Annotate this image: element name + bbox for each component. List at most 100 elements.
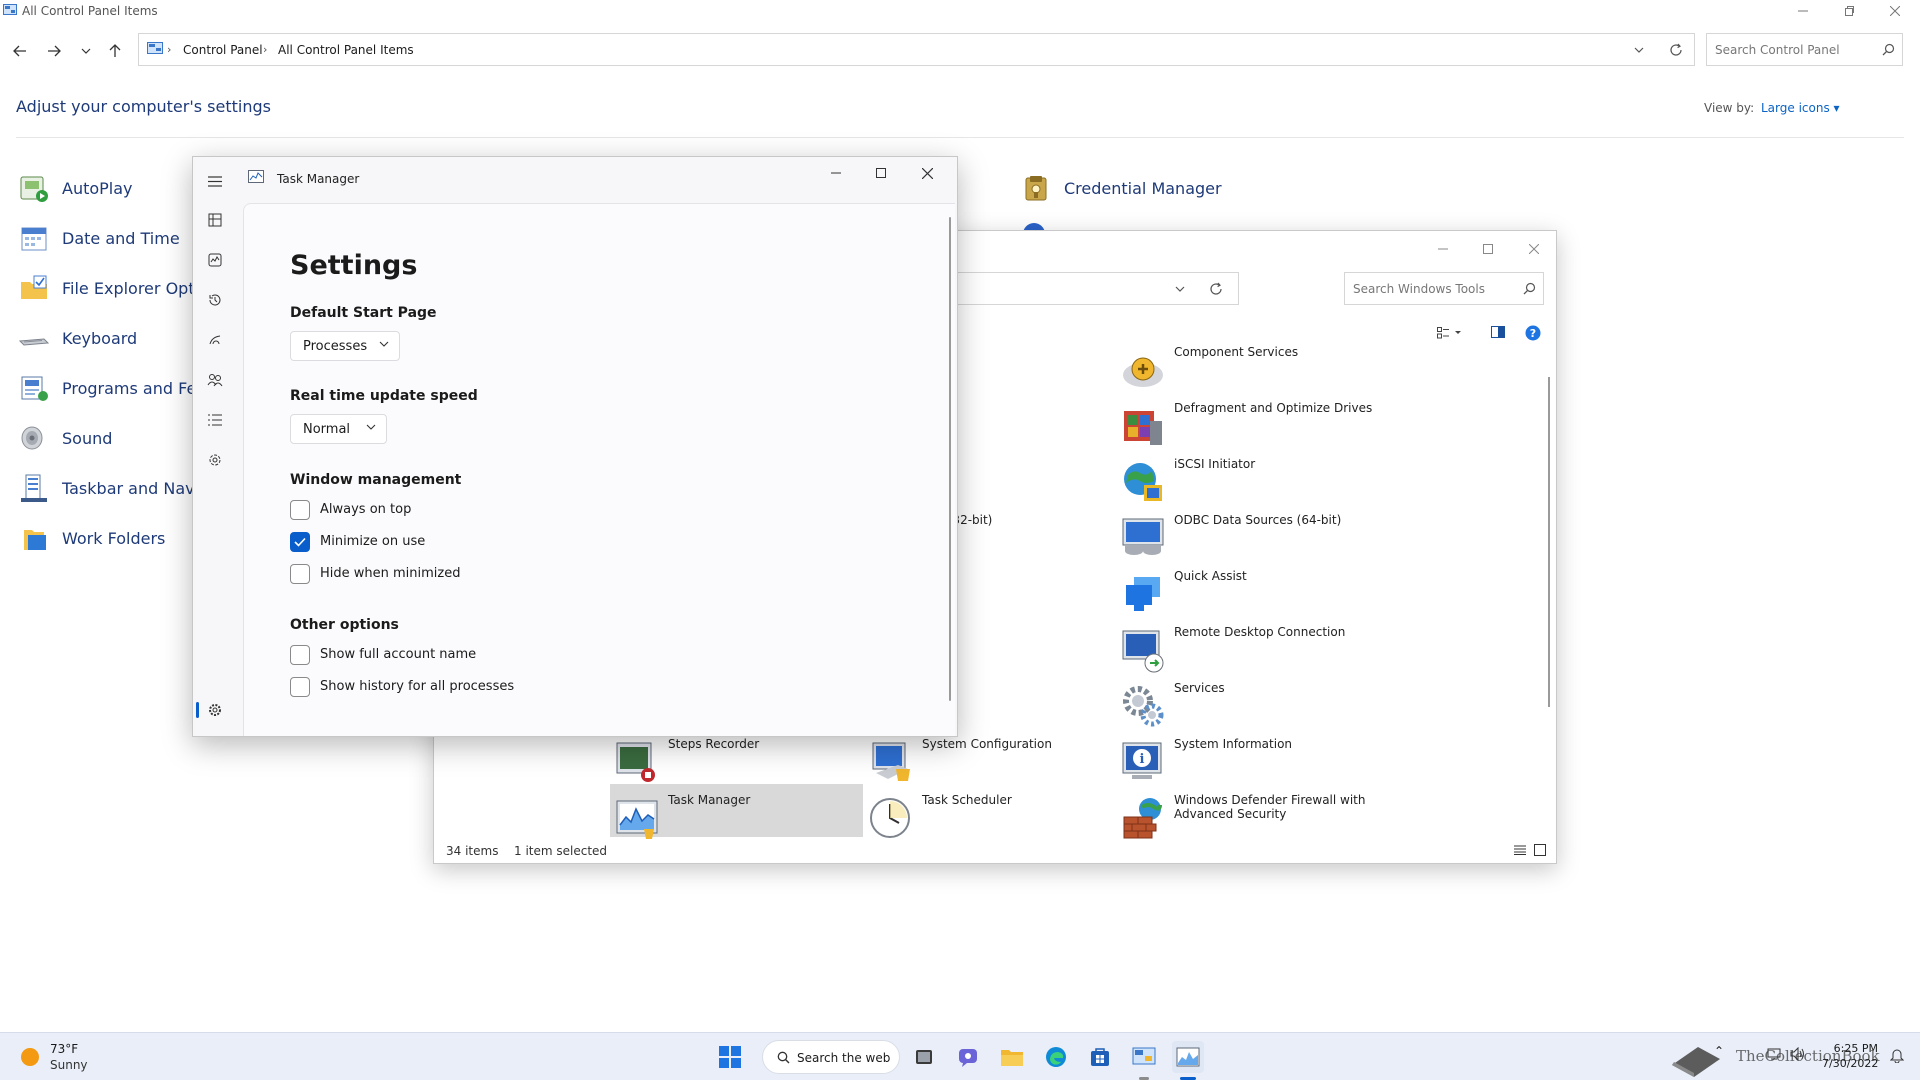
cp-item-file-explorer-options[interactable]: File Explorer Option [18,272,219,304]
forward-button[interactable] [43,40,65,62]
minimize-on-use-checkbox[interactable] [290,532,310,552]
large-icons-view-icon[interactable] [1534,844,1546,856]
back-button[interactable] [9,40,31,62]
calendar-icon [18,222,50,254]
close-button[interactable] [1872,0,1918,22]
processes-nav-icon[interactable] [203,208,227,232]
cp-item-label: Date and Time [62,228,180,248]
hamburger-menu-icon[interactable] [203,169,227,193]
restore-button[interactable] [1826,0,1872,22]
cp-item-autoplay[interactable]: AutoPlay [18,172,133,204]
task-manager-taskbar-icon[interactable] [1172,1041,1204,1073]
start-button[interactable] [714,1041,746,1073]
breadcrumb-separator-icon: › [167,43,172,56]
preview-pane-icon[interactable] [1491,326,1505,338]
cp-item-keyboard[interactable]: Keyboard [18,322,137,354]
page-heading: Adjust your computer's settings [16,97,271,116]
dropdown-value: Processes [303,338,368,354]
default-start-page-dropdown[interactable]: Processes [290,331,400,361]
cp-item-date-time[interactable]: Date and Time [18,222,180,254]
close-button[interactable] [904,162,950,184]
clock-time[interactable]: 6:25 PM [1832,1042,1878,1055]
address-dropdown-chevron-icon[interactable] [1175,286,1185,292]
scrollbar[interactable] [949,217,951,701]
recent-locations-chevron-icon[interactable] [75,40,97,62]
users-nav-icon[interactable] [203,368,227,392]
cp-item-label: Programs and Feat [62,378,213,398]
help-icon[interactable]: ? [1525,325,1541,341]
svg-text:i: i [1140,752,1145,767]
show-history-all-processes-label: Show history for all processes [320,679,515,694]
update-speed-label: Real time update speed [290,388,478,404]
cp-item-sound[interactable]: Sound [18,422,112,454]
cp-item-work-folders[interactable]: Work Folders [18,522,165,554]
microsoft-store-icon[interactable] [1084,1041,1116,1073]
update-speed-dropdown[interactable]: Normal [290,414,387,444]
refresh-icon[interactable] [1209,282,1223,296]
search-icon [777,1051,790,1064]
details-nav-icon[interactable] [203,408,227,432]
startup-apps-nav-icon[interactable] [203,328,227,352]
odbc-icon [1120,515,1166,561]
always-on-top-checkbox[interactable] [290,500,310,520]
minimize-button[interactable] [1420,240,1466,258]
cp-item-taskbar-navigation[interactable]: Taskbar and Naviga [18,472,219,504]
status-item-count: 34 items [446,844,499,858]
task-view-icon[interactable] [908,1041,940,1073]
close-button[interactable] [1511,240,1556,258]
hide-when-minimized-checkbox[interactable] [290,564,310,584]
search-icon[interactable] [1882,43,1895,56]
address-bar[interactable]: › Control Panel › All Control Panel Item… [138,33,1695,66]
show-full-account-name-checkbox[interactable] [290,645,310,665]
address-dropdown-chevron-icon[interactable] [1634,47,1644,53]
firewall-icon [1120,795,1166,841]
task-manager-window: Task Manager Settings Default Start Page… [192,156,958,737]
search-icon[interactable] [1523,282,1536,295]
breadcrumb-control-panel[interactable]: Control Panel [183,43,263,57]
minimize-on-use-label: Minimize on use [320,534,426,549]
settings-gear-icon[interactable] [203,698,227,722]
notification-bell-icon[interactable] [1890,1047,1904,1063]
teams-chat-icon[interactable] [952,1041,984,1073]
control-panel-small-icon [147,42,163,56]
view-options-icon[interactable] [1437,327,1465,339]
cp-item-programs-features[interactable]: Programs and Feat [18,372,212,404]
partial-info-icon [1022,222,1046,230]
volume-icon[interactable] [1790,1047,1806,1061]
details-view-icon[interactable] [1514,845,1526,855]
show-history-all-processes-checkbox[interactable] [290,677,310,697]
view-by-dropdown[interactable]: Large icons ▾ [1761,101,1840,115]
cp-item-label: Sound [62,428,113,448]
performance-nav-icon[interactable] [203,248,227,272]
up-button[interactable] [104,40,126,62]
control-panel-taskbar-icon[interactable] [1128,1041,1160,1073]
app-history-nav-icon[interactable] [203,288,227,312]
maximize-button[interactable] [1465,240,1511,258]
tray-overflow-chevron-icon[interactable]: ⌃ [1714,1044,1724,1058]
cp-item-credential-manager[interactable]: Credential Manager [1020,172,1222,204]
chevron-down-icon [366,424,376,430]
taskbar-search[interactable]: Search the web [762,1040,900,1074]
breadcrumb-all-items[interactable]: All Control Panel Items [278,43,414,57]
file-explorer-icon[interactable] [996,1041,1028,1073]
task-manager-icon [614,795,660,841]
network-icon[interactable] [1766,1047,1782,1061]
credential-manager-icon [1020,172,1052,204]
maximize-button[interactable] [858,162,904,184]
control-panel-search-input[interactable]: Search Control Panel [1706,33,1903,66]
cp-item-label: Keyboard [62,328,138,348]
system-configuration-icon [868,739,914,785]
scrollbar[interactable] [1548,377,1550,707]
quick-assist-icon [1120,571,1166,617]
windows-tools-search-input[interactable]: Search Windows Tools [1344,272,1544,305]
edge-browser-icon[interactable] [1040,1041,1072,1073]
weather-widget[interactable]: 73°F Sunny [12,1041,142,1073]
autoplay-icon [18,172,50,204]
minimize-button[interactable] [1780,0,1826,22]
weather-temp: 73°F [50,1042,79,1056]
services-nav-icon[interactable] [203,448,227,472]
minimize-button[interactable] [813,162,859,184]
clock-date[interactable]: 7/30/2022 [1822,1057,1878,1070]
hide-when-minimized-label: Hide when minimized [320,566,461,581]
refresh-icon[interactable] [1669,43,1683,57]
